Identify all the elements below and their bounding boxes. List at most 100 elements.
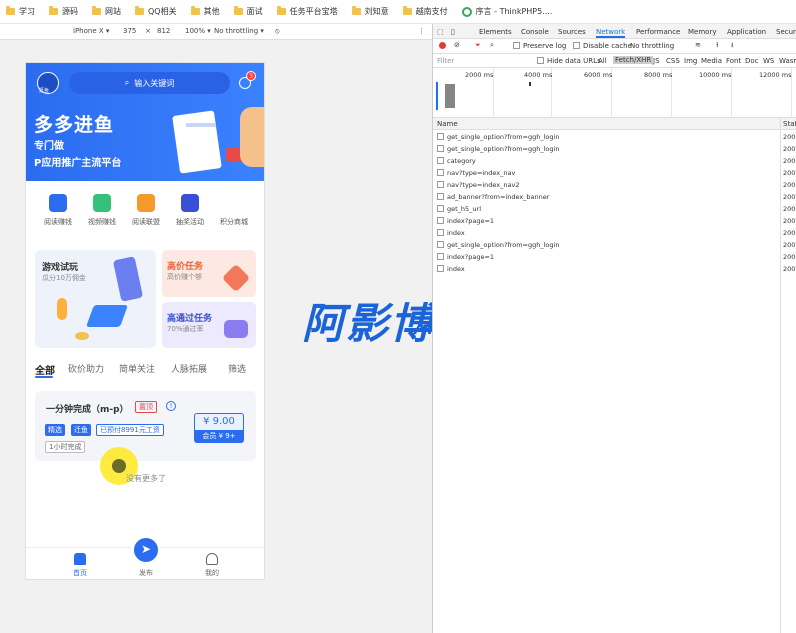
download-icon[interactable]: ⭳ [731, 41, 733, 52]
nav-item-video-earn[interactable]: 视频赚钱 [82, 194, 122, 227]
clear-icon[interactable]: ⊘ [454, 41, 460, 49]
tab-network[interactable]: 人脉拓展 [171, 362, 207, 375]
request-checkbox[interactable] [437, 241, 444, 248]
search-icon[interactable]: ⌕ [490, 41, 494, 50]
filter-type-xhr[interactable]: Fetch/XHR [613, 56, 654, 64]
column-status[interactable]: Status [783, 120, 796, 128]
tab-console[interactable]: Console [521, 28, 549, 36]
filter-type-js[interactable]: JS [653, 57, 660, 65]
filter-type-all[interactable]: All [598, 57, 607, 65]
tab-home[interactable]: 首页 [65, 553, 95, 578]
tab-application[interactable]: Application [727, 28, 766, 36]
request-row[interactable]: get_single_option?from=ggh_login 200 [433, 239, 796, 251]
bookmark-item[interactable]: 网站 [92, 6, 121, 17]
card-title: 游戏试玩 [42, 263, 79, 273]
request-checkbox[interactable] [437, 145, 444, 152]
banner-document-line [186, 123, 216, 127]
request-row[interactable]: index 200 [433, 227, 796, 239]
filter-type-css[interactable]: CSS [666, 57, 680, 65]
tab-performance[interactable]: Performance [636, 28, 680, 36]
request-checkbox[interactable] [437, 217, 444, 224]
task-card[interactable]: 一分钟完成（m-p） 置顶 ! 精选 迁鱼 已预付8991元工资 1小时完成 ¥… [35, 391, 256, 461]
height-input[interactable]: 812 [157, 27, 170, 35]
width-input[interactable]: 375 [123, 27, 136, 35]
filter-type-font[interactable]: Font [726, 57, 741, 65]
request-checkbox[interactable] [437, 157, 444, 164]
request-row[interactable]: index?page=1 200 [433, 251, 796, 263]
nav-item-read-union[interactable]: 阅读联盟 [126, 194, 166, 227]
preserve-log-checkbox[interactable] [513, 42, 520, 49]
request-row[interactable]: get_single_option?from=ggh_login 200 [433, 131, 796, 143]
tab-security[interactable]: Security [776, 28, 796, 36]
timeline-label: 2000 ms [465, 71, 494, 79]
tab-indicator [35, 376, 53, 378]
column-name[interactable]: Name [437, 120, 458, 128]
filter-input[interactable]: Filter [437, 57, 454, 65]
filter-icon[interactable]: ⏷ [475, 41, 481, 50]
tab-mine[interactable]: 我的 [197, 553, 227, 578]
tab-simple-follow[interactable]: 简单关注 [119, 362, 155, 375]
wifi-icon[interactable]: ≋ [695, 41, 701, 49]
tab-sources[interactable]: Sources [558, 28, 586, 36]
tab-all[interactable]: 全部 [35, 362, 55, 377]
filter-type-doc[interactable]: Doc [745, 57, 759, 65]
tab-bargain[interactable]: 砍价助力 [68, 362, 104, 375]
zoom-select[interactable]: 100% ▾ [185, 27, 211, 35]
filter-type-wasm[interactable]: Wasm [779, 57, 796, 65]
search-input[interactable]: ⌕ 输入关键词 [69, 72, 230, 94]
request-checkbox[interactable] [437, 133, 444, 140]
bookmark-item[interactable]: 学习 [6, 6, 35, 17]
bookmark-item[interactable]: 任务平台宝塔 [276, 6, 338, 17]
publish-button[interactable]: ➤ [132, 536, 160, 564]
request-checkbox[interactable] [437, 205, 444, 212]
bookmark-item[interactable]: 面试 [233, 6, 263, 17]
filter-type-img[interactable]: Img [684, 57, 697, 65]
bookmark-item[interactable]: 其他 [190, 6, 220, 17]
request-checkbox[interactable] [437, 265, 444, 272]
disable-cache-checkbox[interactable] [573, 42, 580, 49]
tab-elements[interactable]: Elements [479, 28, 512, 36]
filter-type-ws[interactable]: WS [763, 57, 774, 65]
nav-item-lottery[interactable]: 抽奖活动 [170, 194, 210, 227]
tab-network[interactable]: Network [596, 28, 626, 38]
request-checkbox[interactable] [437, 253, 444, 260]
request-row[interactable]: get_single_option?from=ggh_login 200 [433, 143, 796, 155]
high-price-task-card[interactable]: 高价任务 高价赚个够 [162, 250, 256, 297]
throttle-select[interactable]: No throttling ▾ [214, 27, 264, 35]
request-row[interactable]: category 200 [433, 155, 796, 167]
device-toggle-icon[interactable]: ▯ [451, 28, 455, 36]
request-checkbox[interactable] [437, 229, 444, 236]
game-trial-card[interactable]: 游戏试玩 瓜分10万佣金 [35, 250, 156, 348]
device-select[interactable]: iPhone X ▾ [73, 27, 109, 35]
more-icon[interactable]: ⋮ [418, 27, 425, 35]
bookmark-item[interactable]: 序言 - ThinkPHP5.... [461, 6, 552, 17]
bookmark-item[interactable]: 源码 [49, 6, 78, 17]
request-checkbox[interactable] [437, 181, 444, 188]
upload-icon[interactable]: ⭱ [716, 41, 718, 52]
request-row[interactable]: index?page=1 200 [433, 215, 796, 227]
request-row[interactable]: ad_banner?from=index_banner 200 [433, 191, 796, 203]
high-pass-task-card[interactable]: 高通过任务 70%通过率 [162, 302, 256, 348]
rotate-icon[interactable]: ⦸ [275, 27, 280, 36]
bookmark-item[interactable]: QQ相关 [135, 6, 177, 17]
nav-item-read-earn[interactable]: 阅读赚钱 [38, 194, 78, 227]
request-checkbox[interactable] [437, 169, 444, 176]
tab-publish-label[interactable]: 发布 [131, 568, 161, 578]
request-row[interactable]: get_h5_url 200 [433, 203, 796, 215]
request-row[interactable]: nav?type=index_nav2 200 [433, 179, 796, 191]
info-icon[interactable]: ! [166, 401, 176, 411]
nav-item-points-mall[interactable]: 积分商城 [214, 194, 254, 227]
tab-filter[interactable]: 筛选 [228, 362, 246, 375]
request-checkbox[interactable] [437, 193, 444, 200]
tab-memory[interactable]: Memory [688, 28, 716, 36]
bookmark-item[interactable]: 越南支付 [402, 6, 448, 17]
task-tabs: 全部 砍价助力 简单关注 人脉拓展 筛选 [35, 362, 260, 378]
record-icon[interactable] [439, 42, 446, 49]
bookmark-item[interactable]: 刘知意 [351, 6, 389, 17]
filter-type-media[interactable]: Media [701, 57, 722, 65]
request-row[interactable]: index 200 [433, 263, 796, 275]
inspect-icon[interactable]: ⬚ [437, 28, 444, 36]
throttle-select[interactable]: No throttling [630, 42, 674, 50]
request-row[interactable]: nav?type=index_nav 200 [433, 167, 796, 179]
hide-data-checkbox[interactable] [537, 57, 544, 64]
